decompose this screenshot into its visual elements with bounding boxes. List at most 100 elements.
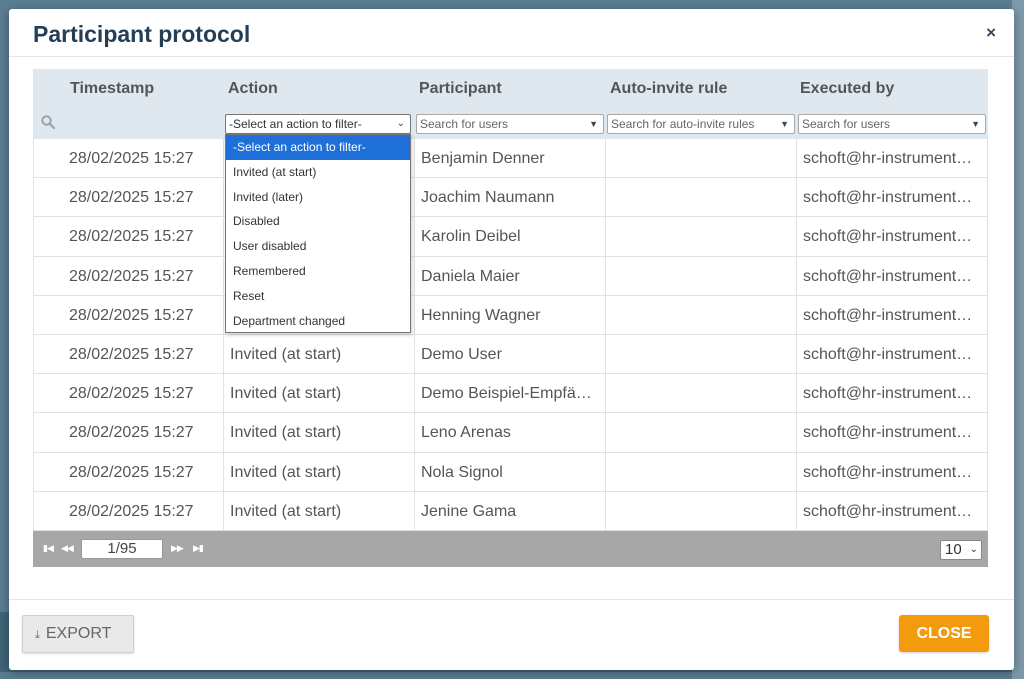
executed-by-cell: schoft@hr-instrument… — [796, 334, 988, 374]
column-header-executed-by[interactable]: Executed by — [800, 80, 894, 98]
executed-by-cell: schoft@hr-instrument… — [796, 217, 988, 256]
dropdown-option[interactable]: User disabled — [226, 234, 410, 259]
timestamp-cell: 28/02/2025 15:27 — [33, 452, 223, 491]
dropdown-option[interactable]: Reset — [226, 284, 410, 309]
table-row[interactable]: 28/02/2025 15:27Invited (at start)Daniel… — [33, 256, 988, 296]
participant-cell: Daniela Maier — [414, 256, 605, 295]
participant-cell: Demo User — [414, 334, 605, 374]
table-row[interactable]: 28/02/2025 15:27 Invited (at start) Nola S… — [33, 452, 988, 492]
executed-filter-placeholder: Search for users — [802, 117, 891, 131]
participant-filter-placeholder: Search for users — [420, 117, 509, 131]
participant-cell: Jenine Gama — [414, 491, 605, 530]
column-header-auto-invite-rule[interactable]: Auto-invite rule — [610, 80, 727, 98]
executed-by-cell: schoft@hr-instrument… — [796, 139, 988, 178]
participant-cell: Nola Signol — [414, 452, 605, 491]
executed-by-filter-input[interactable]: Search for users ▼ — [798, 114, 986, 134]
executed-by-cell: schoft@hr-instrument… — [796, 374, 988, 413]
last-page-icon[interactable]: ▶▮ — [193, 543, 204, 554]
timestamp-cell: 28/02/2025 15:27 — [33, 374, 223, 413]
table-row[interactable]: 28/02/2025 15:27 Invited (at start) Demo B… — [33, 374, 988, 414]
dropdown-option[interactable]: Remembered — [226, 259, 410, 284]
executed-by-cell: schoft@hr-instrument… — [796, 178, 988, 217]
dropdown-option[interactable]: Department changed — [226, 309, 410, 334]
participant-cell: Joachim Naumann — [414, 178, 605, 217]
timestamp-cell: 28/02/2025 15:27 — [33, 217, 223, 256]
participant-cell: Leno Arenas — [414, 413, 605, 452]
participant-cell: Demo Beispiel-Empfä… — [414, 374, 605, 413]
executed-by-cell: schoft@hr-instrument… — [796, 295, 988, 334]
action-filter-value: -Select an action to filter- — [229, 117, 362, 131]
close-icon[interactable]: × — [986, 23, 996, 43]
chevron-down-icon: ⌄ — [969, 544, 978, 555]
action-cell: Invited (at start) — [223, 334, 414, 374]
action-filter-dropdown: -Select an action to filter- Invited (at … — [225, 134, 411, 333]
participant-protocol-modal: Participant protocol × Timestamp Action … — [9, 9, 1014, 670]
column-header-participant[interactable]: Participant — [419, 80, 502, 98]
participant-cell: Karolin Deibel — [414, 217, 605, 256]
table-row[interactable]: 28/02/2025 15:27Invited (at start)Benjam… — [33, 139, 988, 179]
auto-invite-rule-cell — [605, 452, 796, 491]
timestamp-cell: 28/02/2025 15:27 — [33, 178, 223, 217]
auto-invite-rule-cell — [605, 178, 796, 217]
action-cell: Invited (at start) — [223, 452, 414, 491]
dropdown-option[interactable]: -Select an action to filter- — [226, 135, 410, 160]
caret-down-icon: ▼ — [589, 119, 598, 129]
timestamp-cell: 28/02/2025 15:27 — [33, 295, 223, 334]
executed-by-cell: schoft@hr-instrument… — [796, 491, 988, 530]
action-cell: Invited (at start) — [223, 491, 414, 530]
table-row[interactable]: 28/02/2025 15:27Invited (at start)Hennin… — [33, 295, 988, 335]
table-row[interactable]: 28/02/2025 15:27 Invited (at start) Leno A… — [33, 413, 988, 453]
executed-by-cell: schoft@hr-instrument… — [796, 413, 988, 452]
modal-header: Participant protocol × — [9, 9, 1014, 57]
column-header-timestamp[interactable]: Timestamp — [70, 80, 154, 98]
grid-header: Timestamp Action Participant Auto-invite… — [33, 69, 988, 139]
modal-title: Participant protocol — [33, 21, 251, 47]
auto-invite-rule-cell — [605, 256, 796, 295]
action-cell: Invited (at start) — [223, 374, 414, 413]
auto-invite-rule-cell — [605, 334, 796, 374]
protocol-grid: Timestamp Action Participant Auto-invite… — [33, 69, 988, 567]
timestamp-cell: 28/02/2025 15:27 — [33, 139, 223, 178]
page-input[interactable]: 1/95 — [81, 539, 163, 559]
caret-down-icon: ▼ — [971, 119, 980, 129]
caret-down-icon: ▼ — [780, 119, 789, 129]
previous-page-icon[interactable]: ◀◀ — [61, 543, 74, 554]
action-cell: Invited (at start) — [223, 413, 414, 452]
chevron-down-icon: ⌄ — [396, 118, 405, 129]
executed-by-cell: schoft@hr-instrument… — [796, 452, 988, 491]
table-row[interactable]: 28/02/2025 15:27Invited (at start)Joachi… — [33, 178, 988, 218]
grid-rows: 28/02/2025 15:27Invited (at start)Benjam… — [33, 139, 988, 531]
timestamp-cell: 28/02/2025 15:27 — [33, 334, 223, 374]
timestamp-cell: 28/02/2025 15:27 — [33, 413, 223, 452]
timestamp-cell: 28/02/2025 15:27 — [33, 491, 223, 530]
close-button[interactable]: CLOSE — [899, 615, 989, 652]
table-row[interactable]: 28/02/2025 15:27 Invited (at start) Demo U… — [33, 334, 988, 375]
executed-by-cell: schoft@hr-instrument… — [796, 256, 988, 295]
pager: ▮◀ ◀◀ 1/95 ▶▶ ▶▮ 10 ⌄ — [33, 531, 988, 567]
page-size-select[interactable]: 10 ⌄ — [940, 540, 982, 560]
table-row[interactable]: 28/02/2025 15:27 Invited (at start) Jenine… — [33, 491, 988, 531]
dropdown-option[interactable]: Invited (at start) — [226, 160, 410, 185]
next-page-icon[interactable]: ▶▶ — [171, 543, 184, 554]
participant-filter-input[interactable]: Search for users ▼ — [416, 114, 604, 134]
search-icon — [41, 115, 55, 129]
export-button[interactable]: ⤓ EXPORT — [22, 615, 134, 653]
dropdown-option[interactable]: Invited (later) — [226, 185, 410, 210]
table-row[interactable]: 28/02/2025 15:27Invited (at start)Karoli… — [33, 217, 988, 257]
column-header-action[interactable]: Action — [228, 80, 278, 98]
page-size-value: 10 — [945, 541, 962, 558]
footer-divider — [9, 599, 1014, 600]
action-filter-select[interactable]: -Select an action to filter- ⌄ — [225, 114, 411, 134]
auto-invite-rule-cell — [605, 374, 796, 413]
auto-invite-rule-cell — [605, 491, 796, 530]
auto-invite-rule-cell — [605, 295, 796, 334]
export-label: EXPORT — [45, 625, 112, 642]
auto-invite-rule-cell — [605, 217, 796, 256]
download-icon: ⤓ — [35, 629, 40, 641]
participant-cell: Henning Wagner — [414, 295, 605, 334]
first-page-icon[interactable]: ▮◀ — [43, 543, 54, 554]
auto-invite-rule-filter-input[interactable]: Search for auto-invite rules ▼ — [607, 114, 795, 134]
auto-invite-rule-cell — [605, 413, 796, 452]
dropdown-option[interactable]: Disabled — [226, 209, 410, 234]
participant-cell: Benjamin Denner — [414, 139, 605, 178]
